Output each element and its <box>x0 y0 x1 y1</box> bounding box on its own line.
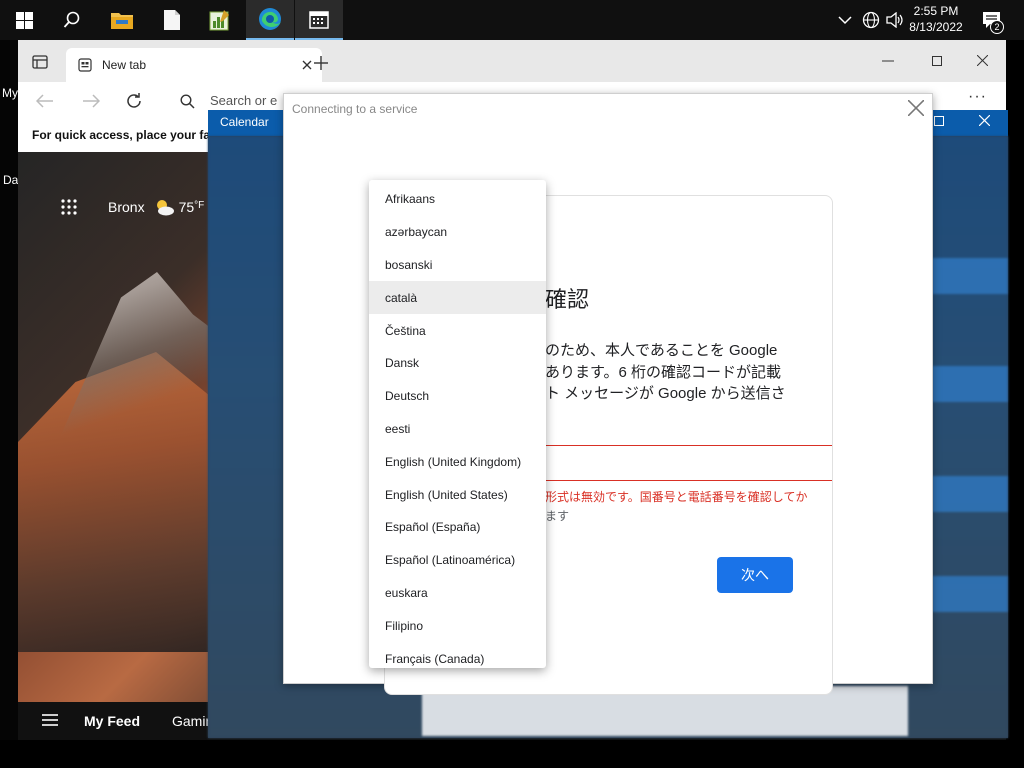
tab-actions-button[interactable] <box>32 54 48 75</box>
weather-location: Bronx <box>108 199 145 215</box>
spreadsheet-button[interactable] <box>196 0 244 40</box>
speaker-icon <box>886 12 903 28</box>
language-option[interactable]: azərbaycan <box>369 216 546 249</box>
address-bar-input[interactable]: Search or e <box>210 93 277 108</box>
language-option[interactable]: eesti <box>369 413 546 446</box>
language-option[interactable]: euskara <box>369 577 546 610</box>
app-launcher-grid-icon[interactable] <box>60 198 78 216</box>
refresh-icon[interactable] <box>125 92 143 110</box>
hamburger-menu-icon[interactable] <box>42 714 58 726</box>
language-option[interactable]: Dansk <box>369 347 546 380</box>
network-button[interactable] <box>862 0 880 40</box>
search-icon <box>63 11 80 28</box>
notification-center-button[interactable]: 2 <box>982 0 1004 40</box>
verification-description-line: ト メッセージが Google から送信さ <box>545 385 786 402</box>
tab-strip: New tab <box>18 40 1006 82</box>
weather-widget[interactable]: Bronx 75 °F <box>108 198 204 216</box>
maximize-icon[interactable] <box>932 56 942 66</box>
language-dropdown-menu[interactable]: Afrikaans azərbaycan bosanski català Češ… <box>369 180 546 668</box>
folder-icon <box>111 13 133 29</box>
close-icon[interactable] <box>908 100 924 116</box>
weather-temperature: 75 <box>178 199 195 215</box>
network-globe-icon <box>862 11 880 29</box>
chart-document-icon <box>209 10 229 31</box>
language-option[interactable]: Deutsch <box>369 380 546 413</box>
forward-arrow-icon[interactable] <box>82 94 100 108</box>
file-explorer-button[interactable] <box>98 0 146 40</box>
document-icon <box>164 10 180 30</box>
close-window-icon[interactable] <box>977 55 988 66</box>
close-window-icon[interactable] <box>979 115 990 126</box>
notification-badge: 2 <box>990 20 1004 34</box>
maximize-icon[interactable] <box>934 116 944 126</box>
tab-new-tab[interactable]: New tab <box>66 48 322 82</box>
verification-description: のため、本人であることを Google あります。6 桁の確認コードが記載 ト … <box>545 340 832 405</box>
taskbar-clock[interactable]: 2:55 PM 8/13/2022 <box>906 3 966 35</box>
language-option[interactable]: English (United States) <box>369 478 546 511</box>
search-icon <box>180 94 195 109</box>
language-option[interactable]: Español (España) <box>369 511 546 544</box>
chevron-up-icon <box>838 16 852 25</box>
verification-description-line: あります。6 桁の確認コードが記載 <box>545 363 782 381</box>
dialog-title: Connecting to a service <box>292 102 418 116</box>
error-message-continuation: ます <box>545 509 570 523</box>
tab-actions-icon <box>32 55 48 69</box>
windows-logo-icon <box>15 11 33 29</box>
show-hidden-icons-button[interactable] <box>838 0 852 40</box>
language-option[interactable]: English (United Kingdom) <box>369 445 546 478</box>
start-button[interactable] <box>0 0 48 40</box>
feed-tab-my-feed[interactable]: My Feed <box>84 713 140 729</box>
verification-description-line: のため、本人であることを Google <box>545 342 778 359</box>
taskbar: 2:55 PM 8/13/2022 2 <box>0 0 1024 40</box>
verification-heading: 確認 <box>545 287 590 312</box>
calendar-event-block <box>932 476 1008 512</box>
connect-service-dialog: Connecting to a service 確認 のため、本人であることを … <box>283 93 933 695</box>
close-tab-icon[interactable] <box>302 60 312 70</box>
search-button[interactable] <box>48 0 96 40</box>
tab-title: New tab <box>102 58 147 72</box>
language-option[interactable]: Français (Canada) <box>369 642 546 668</box>
clock-date: 8/13/2022 <box>909 20 963 34</box>
calendar-window-title: Calendar <box>220 115 269 129</box>
partly-sunny-icon <box>156 200 174 216</box>
new-tab-page-icon <box>78 58 92 72</box>
weather-unit: °F <box>194 199 205 211</box>
desktop-background: My Da <box>0 40 18 740</box>
error-message: 形式は無効です。国番号と電話番号を確認してか <box>545 490 808 504</box>
minimize-icon[interactable] <box>882 60 894 62</box>
calendar-icon <box>309 11 329 29</box>
edge-icon <box>259 8 281 30</box>
settings-more-icon[interactable]: ··· <box>968 88 987 106</box>
clock-time: 2:55 PM <box>913 4 959 18</box>
language-option-selected[interactable]: català <box>369 281 546 315</box>
desktop-icon-label-da[interactable]: Da <box>3 173 18 187</box>
language-option[interactable]: Filipino <box>369 609 546 642</box>
calendar-event-block <box>932 258 1008 294</box>
volume-button[interactable] <box>886 0 904 40</box>
notepad-button[interactable] <box>148 0 196 40</box>
language-option[interactable]: bosanski <box>369 249 546 282</box>
language-option[interactable]: Español (Latinoamérica) <box>369 544 546 577</box>
phone-number-input[interactable] <box>545 446 832 480</box>
next-button[interactable]: 次へ <box>717 557 793 593</box>
new-tab-plus-icon[interactable] <box>314 56 328 70</box>
calendar-event-block <box>932 576 1008 612</box>
favorites-bar-hint: For quick access, place your favo <box>32 128 225 142</box>
desktop-icon-label-my[interactable]: My <box>2 86 18 100</box>
edge-button[interactable] <box>246 0 294 40</box>
calendar-event-block <box>932 366 1008 402</box>
language-option[interactable]: Afrikaans <box>369 183 546 216</box>
calendar-button[interactable] <box>295 0 343 40</box>
language-option[interactable]: Čeština <box>369 314 546 347</box>
back-arrow-icon[interactable] <box>36 94 54 108</box>
phone-input-underline-bottom <box>545 480 832 481</box>
